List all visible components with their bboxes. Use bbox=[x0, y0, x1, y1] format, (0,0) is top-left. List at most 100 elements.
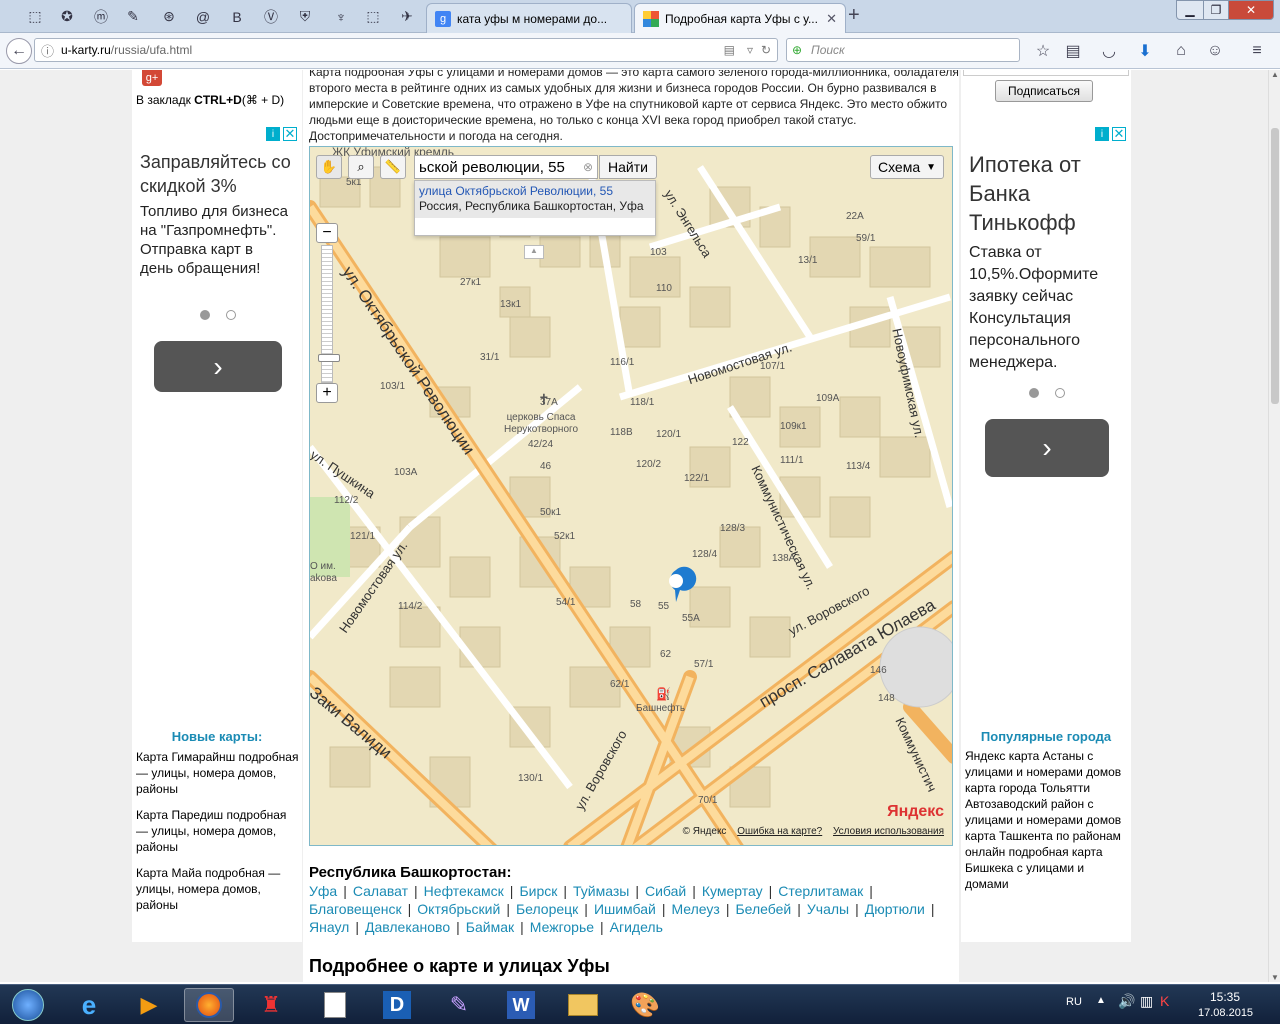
carousel-dot[interactable] bbox=[1029, 388, 1039, 398]
language-indicator[interactable]: RU bbox=[1066, 996, 1082, 1008]
ruler-tool-icon[interactable]: 📏 bbox=[380, 155, 406, 179]
ad-body[interactable]: Ставка от 10,5%.Оформите заявку сейчас К… bbox=[969, 242, 1127, 374]
downloads-icon[interactable]: ⬇ bbox=[1134, 41, 1156, 61]
ad-info-icon[interactable]: i bbox=[1095, 127, 1109, 141]
taskbar-app6[interactable]: D bbox=[372, 988, 422, 1022]
close-window-button[interactable]: ✕ bbox=[1228, 0, 1274, 20]
pinned-tab-2[interactable]: ✪ bbox=[52, 4, 82, 29]
pinned-tab-7[interactable]: В bbox=[222, 4, 252, 29]
drag-tool-icon[interactable]: ✋ bbox=[316, 155, 342, 179]
address-bar[interactable]: ⓘ u-karty.ru/russia/ufa.html ▤ ▿ ↻ bbox=[34, 38, 778, 62]
city-link[interactable]: Янаул bbox=[309, 919, 349, 935]
site-info-icon[interactable]: ⓘ bbox=[41, 41, 54, 60]
city-link[interactable]: Туймазы bbox=[573, 883, 629, 899]
city-link[interactable]: Кумертау bbox=[702, 883, 763, 899]
city-link[interactable]: Сибай bbox=[645, 883, 686, 899]
new-map-link[interactable]: Карта Майа подробная — улицы, номера дом… bbox=[136, 865, 300, 913]
pinned-tab-6[interactable]: @ bbox=[188, 4, 218, 29]
city-link[interactable]: Мелеуз bbox=[671, 901, 719, 917]
zoom-control[interactable]: − + bbox=[316, 223, 340, 403]
city-link[interactable]: Дюртюли bbox=[865, 901, 925, 917]
subscribe-button[interactable]: Подписаться bbox=[995, 80, 1093, 102]
search-suggestion[interactable]: улица Октябрьской Революции, 55 Россия, … bbox=[414, 180, 656, 236]
scroll-down-icon[interactable]: ▼ bbox=[1271, 973, 1279, 982]
tab-active-map[interactable]: Подробная карта Уфы с у... ✕ bbox=[634, 3, 846, 33]
bookmarks-menu-icon[interactable]: ▤ bbox=[1062, 41, 1084, 61]
start-button[interactable] bbox=[4, 988, 52, 1022]
taskbar-app4[interactable]: ♜ bbox=[246, 988, 296, 1022]
city-link[interactable]: Стерлитамак bbox=[778, 883, 863, 899]
pinned-tab-10[interactable]: ♆ bbox=[326, 4, 356, 29]
pinned-tab-1[interactable]: ⬚ bbox=[20, 4, 50, 29]
suggestion-title[interactable]: улица Октябрьской Революции, 55 bbox=[415, 181, 655, 199]
volume-icon[interactable]: 🔊 bbox=[1118, 993, 1135, 1010]
subscribe-email-field[interactable] bbox=[963, 70, 1129, 76]
tray-expand-icon[interactable]: ▲ bbox=[1096, 995, 1106, 1006]
city-link[interactable]: Салават bbox=[353, 883, 408, 899]
pinned-tab-8[interactable]: Ⓥ bbox=[256, 4, 286, 29]
ad-next-button[interactable]: › bbox=[985, 419, 1109, 477]
city-link[interactable]: Давлеканово bbox=[365, 919, 450, 935]
home-icon[interactable]: ⌂ bbox=[1170, 41, 1192, 61]
city-link[interactable]: Учалы bbox=[807, 901, 849, 917]
pinned-tab-9[interactable]: ⛨ bbox=[290, 4, 320, 29]
close-tab-icon[interactable]: ✕ bbox=[820, 11, 837, 27]
ad-title[interactable]: Заправляйтесь со скидкой 3% bbox=[140, 150, 296, 198]
carousel-dot[interactable] bbox=[226, 310, 236, 320]
taskbar-explorer[interactable] bbox=[558, 988, 608, 1022]
map-canvas[interactable] bbox=[310, 147, 953, 846]
popular-city-link[interactable]: карта Ташкента по районам онлайн подробн… bbox=[965, 828, 1129, 892]
new-tab-button[interactable]: + bbox=[848, 4, 860, 27]
taskbar-firefox[interactable] bbox=[184, 988, 234, 1022]
page-scrollbar[interactable]: ▲ ▼ bbox=[1268, 70, 1280, 982]
city-link[interactable]: Бирск bbox=[519, 883, 557, 899]
yandex-logo[interactable]: Яндекс bbox=[887, 803, 944, 821]
map-terms-link[interactable]: Условия использования bbox=[833, 826, 944, 837]
taskbar-media[interactable]: ▶ bbox=[124, 988, 174, 1022]
city-link[interactable]: Ишимбай bbox=[594, 901, 656, 917]
city-link[interactable]: Баймак bbox=[466, 919, 514, 935]
bookmark-star-icon[interactable]: ☆ bbox=[1032, 41, 1054, 61]
city-link[interactable]: Благовещенск bbox=[309, 901, 402, 917]
city-link[interactable]: Нефтекамск bbox=[424, 883, 504, 899]
city-link[interactable]: Белебей bbox=[735, 901, 791, 917]
new-map-link[interactable]: Карта Паредиш подробная — улицы, номера … bbox=[136, 807, 300, 855]
pinned-tab-5[interactable]: ⊛ bbox=[154, 4, 184, 29]
search-input[interactable]: ⊕ Поиск bbox=[786, 38, 1020, 62]
pinned-tab-4[interactable]: ✎ bbox=[118, 4, 148, 29]
ad-carousel-dots[interactable] bbox=[1029, 388, 1065, 398]
city-link[interactable]: Белорецк bbox=[516, 901, 578, 917]
pinned-tab-3[interactable]: ⓜ bbox=[86, 4, 116, 29]
minimize-button[interactable]: ▁ bbox=[1176, 0, 1204, 20]
ad-next-button[interactable]: › bbox=[154, 341, 282, 392]
network-icon[interactable]: ▥ bbox=[1140, 993, 1153, 1010]
ad-info-icon[interactable]: i bbox=[266, 127, 280, 141]
menu-icon[interactable]: ≡ bbox=[1246, 41, 1268, 61]
clear-search-icon[interactable]: ⊗ bbox=[583, 160, 593, 174]
yandex-map[interactable]: ул. Октябрьской Революции ул. Пушкина Но… bbox=[309, 146, 953, 846]
tab-search[interactable]: g ката уфы м номерами до... bbox=[426, 3, 632, 33]
zoom-slider-handle[interactable] bbox=[318, 354, 340, 362]
map-search-input[interactable]: ьской революции, 55 ⊗ bbox=[414, 155, 598, 179]
city-link[interactable]: Октябрьский bbox=[417, 901, 500, 917]
ad-close-icon[interactable]: ✕ bbox=[1112, 126, 1126, 141]
taskbar-app5[interactable] bbox=[310, 988, 360, 1022]
zoom-in-button[interactable]: + bbox=[316, 383, 338, 403]
reader-view-icon[interactable]: ▤ bbox=[724, 43, 735, 57]
clock-date[interactable]: 17.08.2015 bbox=[1198, 1007, 1253, 1019]
zoom-slider[interactable] bbox=[318, 245, 340, 383]
ad-carousel-dots[interactable] bbox=[200, 310, 236, 320]
popular-city-link[interactable]: Яндекс карта Астаны с улицами и номерами… bbox=[965, 748, 1129, 780]
google-plus-icon[interactable]: g+ bbox=[142, 70, 162, 86]
magnifier-tool-icon[interactable]: ⌕ bbox=[348, 155, 374, 179]
dropdown-icon[interactable]: ▿ bbox=[747, 43, 753, 57]
map-layer-select[interactable]: Схема ▼ bbox=[870, 155, 944, 179]
carousel-dot[interactable] bbox=[1055, 388, 1065, 398]
collapse-suggestion-icon[interactable]: ▲ bbox=[524, 245, 544, 259]
reload-icon[interactable]: ↻ bbox=[761, 43, 771, 57]
scroll-up-icon[interactable]: ▲ bbox=[1271, 70, 1279, 79]
ad-title[interactable]: Ипотека от Банка Тинькофф bbox=[969, 150, 1125, 237]
carousel-dot[interactable] bbox=[200, 310, 210, 320]
taskbar-word[interactable]: W bbox=[496, 988, 546, 1022]
city-link[interactable]: Уфа bbox=[309, 883, 337, 899]
